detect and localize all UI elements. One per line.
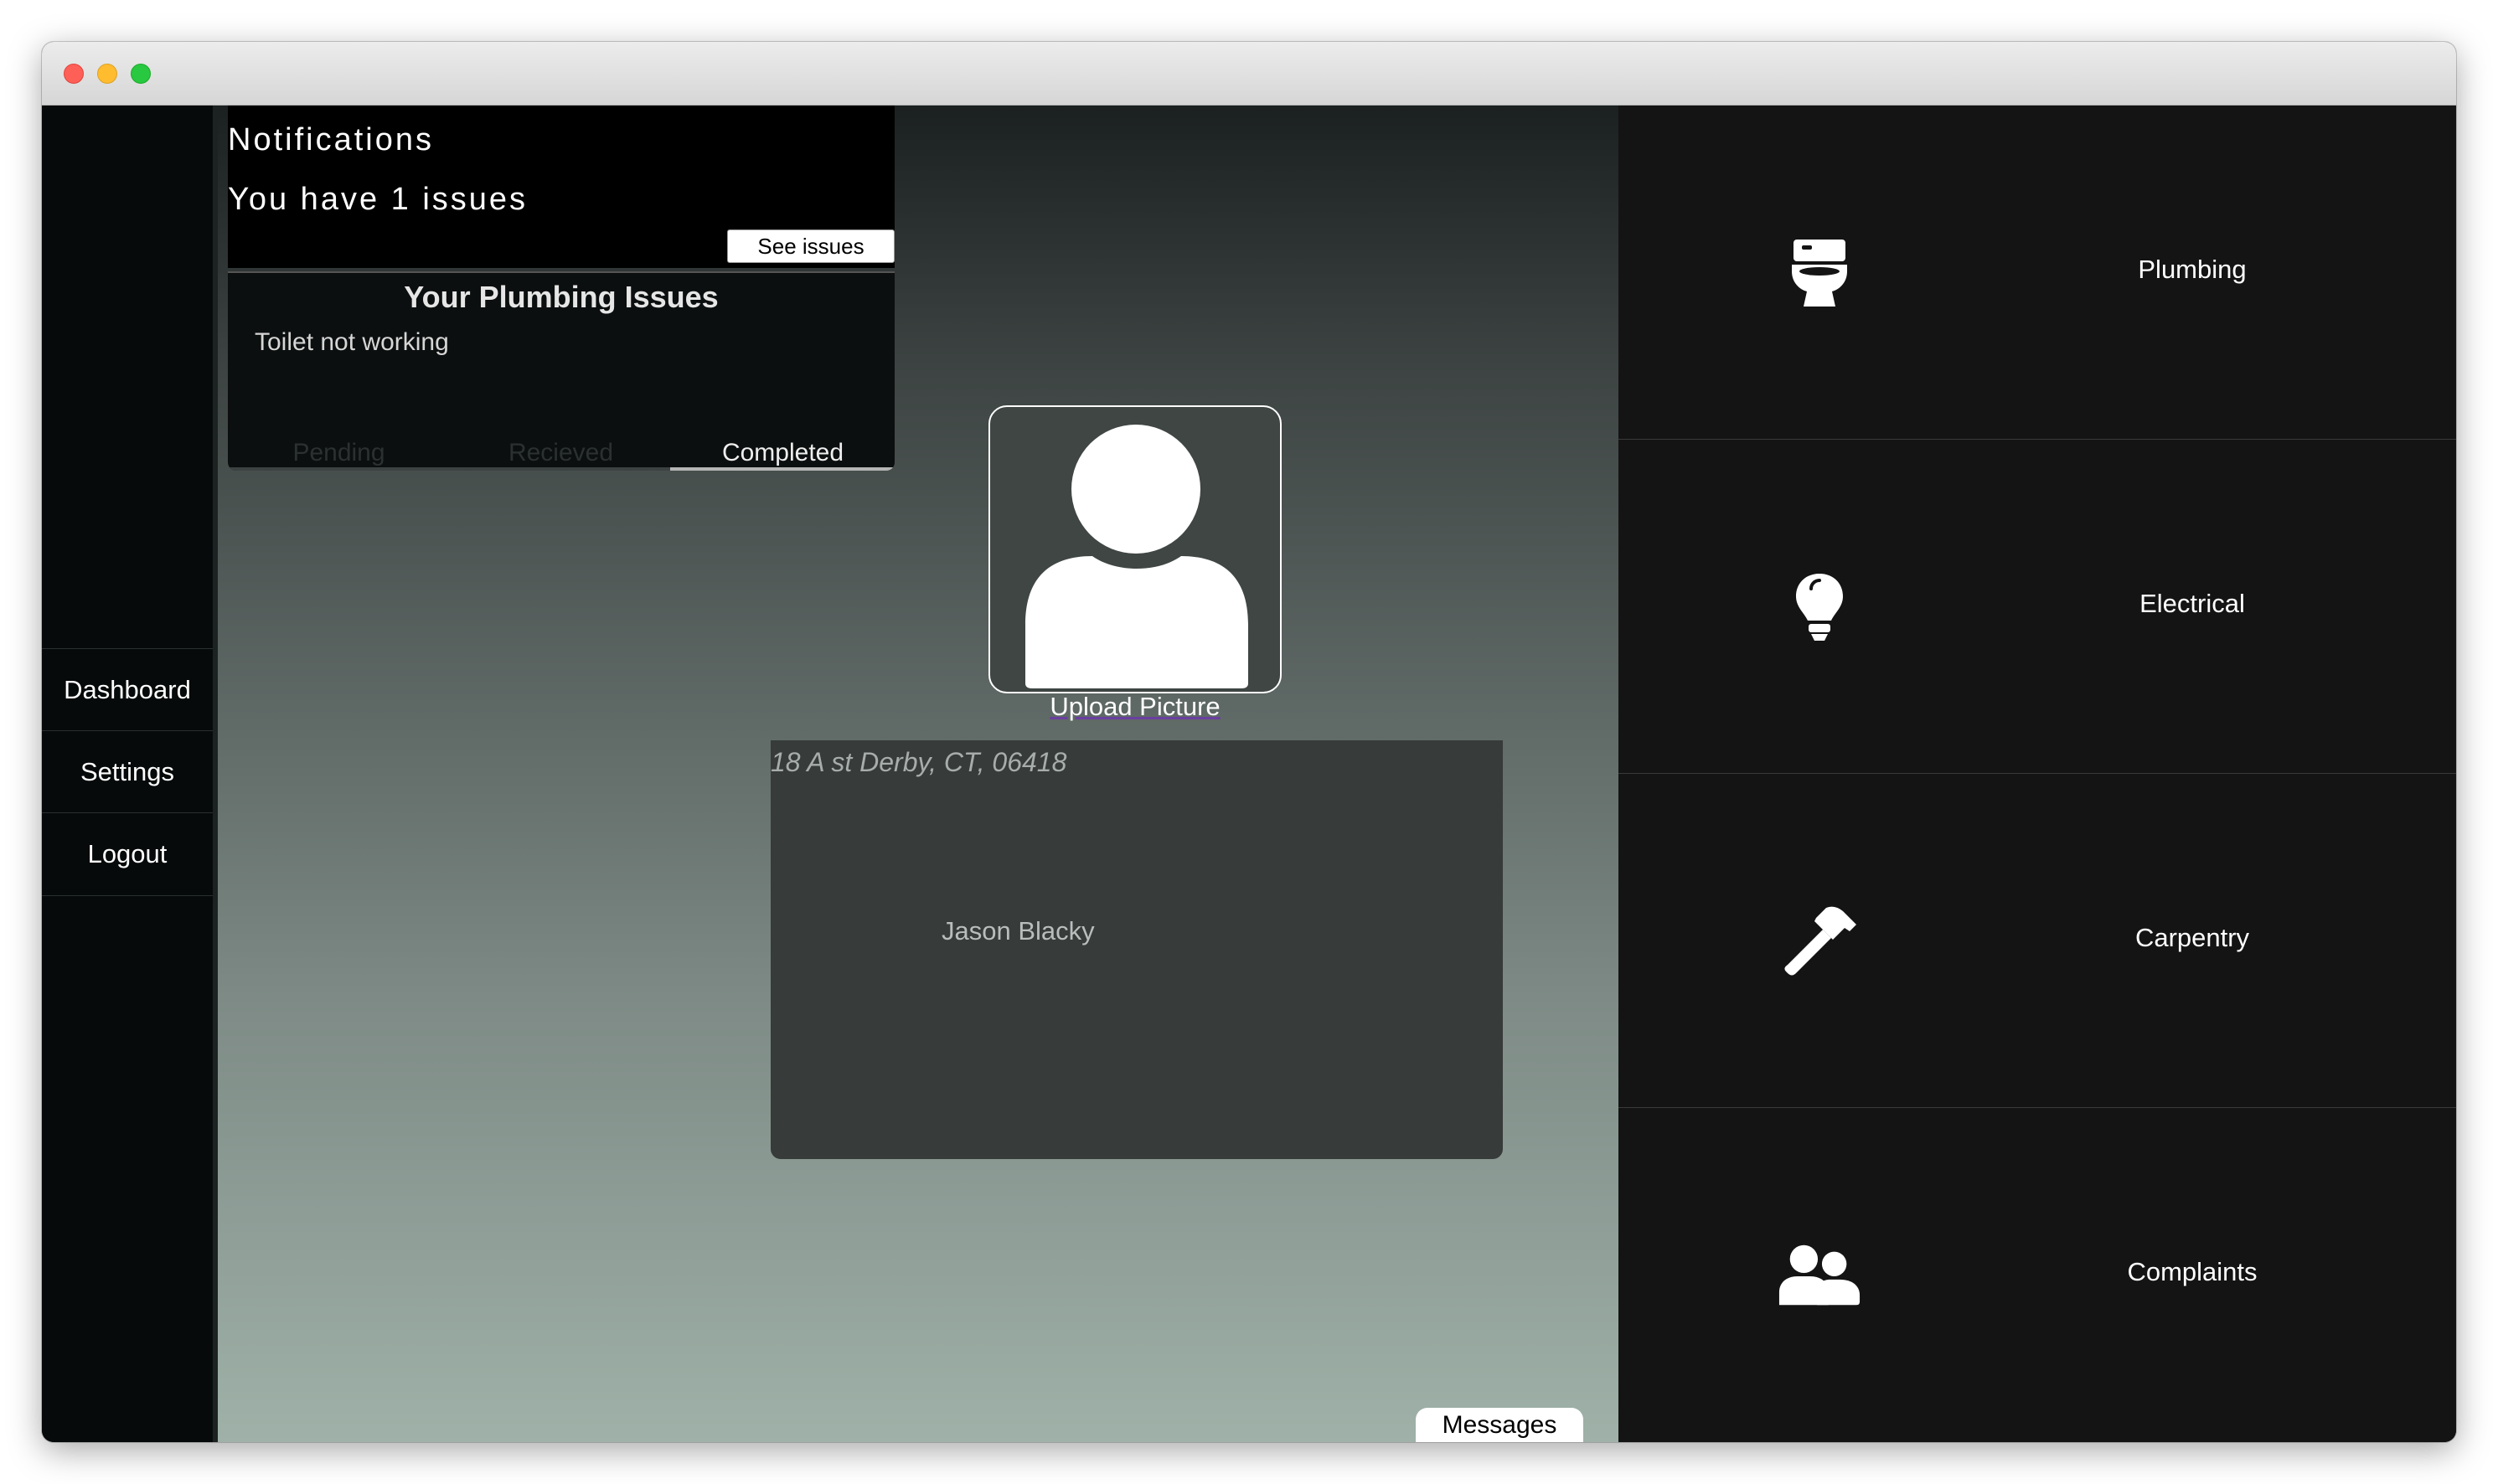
issues-panel: Your Plumbing Issues Toilet not working … xyxy=(228,271,895,471)
main-panel: Notifications You have 1 issues See issu… xyxy=(218,106,1618,1442)
issue-list-item[interactable]: Toilet not working xyxy=(255,328,449,357)
category-plumbing[interactable]: Plumbing xyxy=(1618,106,2456,440)
issues-title: Your Plumbing Issues xyxy=(404,280,719,314)
upload-picture-link[interactable]: Upload Picture xyxy=(988,692,1282,722)
app-window: Dashboard Settings Logout Notifications … xyxy=(42,42,2456,1442)
notifications-count: You have 1 issues xyxy=(228,182,529,217)
toilet-icon xyxy=(1778,231,1861,315)
notifications-title: Notifications xyxy=(228,122,434,157)
users-icon xyxy=(1778,1234,1861,1317)
tab-recieved[interactable]: Recieved xyxy=(450,439,672,467)
sidebar-divider xyxy=(42,895,213,896)
category-label: Complaints xyxy=(2127,1257,2258,1286)
title-bar xyxy=(42,42,2456,106)
category-label: Plumbing xyxy=(2138,255,2247,284)
active-tab-indicator xyxy=(670,467,895,471)
user-name: Jason Blacky xyxy=(942,916,1095,946)
category-label: Carpentry xyxy=(2134,923,2250,952)
hammer-icon xyxy=(1778,899,1861,983)
lightbulb-icon xyxy=(1778,565,1861,649)
close-window-button[interactable] xyxy=(64,64,84,84)
category-electrical[interactable]: Electrical xyxy=(1618,440,2456,774)
sidebar-item-logout[interactable]: Logout xyxy=(42,812,213,894)
category-complaints[interactable]: Complaints xyxy=(1618,1108,2456,1442)
maximize-window-button[interactable] xyxy=(131,64,151,84)
category-carpentry[interactable]: Carpentry xyxy=(1618,774,2456,1108)
category-label: Electrical xyxy=(2139,589,2245,618)
notifications-panel: Notifications You have 1 issues See issu… xyxy=(228,106,895,268)
app-content: Dashboard Settings Logout Notifications … xyxy=(42,106,2456,1442)
tab-completed[interactable]: Completed xyxy=(672,439,894,467)
tab-pending[interactable]: Pending xyxy=(228,439,450,467)
user-avatar-icon xyxy=(1025,425,1248,688)
profile-card: 18 A st Derby, CT, 06418 Jason Blacky xyxy=(771,740,1503,1159)
sidebar: Dashboard Settings Logout xyxy=(42,106,213,1442)
messages-button[interactable]: Messages xyxy=(1416,1408,1583,1442)
see-issues-button[interactable]: See issues xyxy=(727,229,895,263)
sidebar-item-settings[interactable]: Settings xyxy=(42,730,213,812)
avatar-upload-box[interactable] xyxy=(988,405,1282,693)
minimize-window-button[interactable] xyxy=(97,64,117,84)
sidebar-item-dashboard[interactable]: Dashboard xyxy=(42,648,213,730)
categories-panel: Plumbing Electrical Carpentry Complaints xyxy=(1618,106,2456,1442)
address-field[interactable]: 18 A st Derby, CT, 06418 xyxy=(771,747,1066,778)
